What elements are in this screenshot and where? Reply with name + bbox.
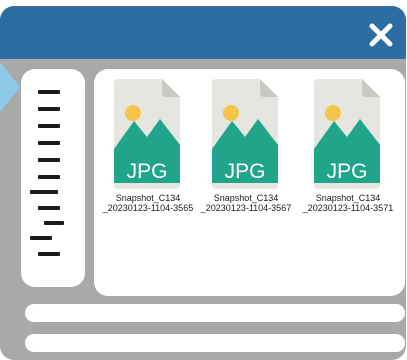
file-browser-window: JPG Snapshot_C134 _20230123-1104-3565 JP… <box>0 6 406 360</box>
file-item[interactable]: JPG Snapshot_C134 _20230123-1104-3571 <box>296 79 400 213</box>
ruler-tick <box>38 252 60 256</box>
image-file-icon: JPG <box>114 79 180 189</box>
file-type-badge: JPG <box>327 160 368 183</box>
sidebar-ruler[interactable] <box>21 69 85 287</box>
status-bar-2[interactable] <box>25 334 405 352</box>
file-grid: JPG Snapshot_C134 _20230123-1104-3565 JP… <box>94 69 405 296</box>
title-bar <box>0 6 406 59</box>
ruler-tick <box>38 107 60 111</box>
ruler-tick <box>38 90 60 94</box>
close-icon[interactable] <box>366 20 396 50</box>
file-item[interactable]: JPG Snapshot_C134 _20230123-1104-3567 <box>194 79 298 213</box>
ruler-tick <box>38 124 60 128</box>
ruler-tick <box>30 190 58 194</box>
status-bar-1[interactable] <box>25 304 405 322</box>
ruler-tick <box>38 206 60 210</box>
file-name: Snapshot_C134 _20230123-1104-3567 <box>200 193 292 213</box>
file-type-badge: JPG <box>127 160 168 183</box>
ruler-tick <box>30 236 52 240</box>
ruler-tick <box>44 221 64 225</box>
pointer-arrow-icon <box>0 62 20 112</box>
file-type-badge: JPG <box>225 160 266 183</box>
file-item[interactable]: JPG Snapshot_C134 _20230123-1104-3565 <box>96 79 200 213</box>
ruler-tick <box>38 158 60 162</box>
file-name: Snapshot_C134 _20230123-1104-3565 <box>102 193 194 213</box>
image-file-icon: JPG <box>314 79 380 189</box>
ruler-tick <box>38 175 60 179</box>
image-file-icon: JPG <box>212 79 278 189</box>
ruler-tick <box>38 141 60 145</box>
file-name: Snapshot_C134 _20230123-1104-3571 <box>302 193 394 213</box>
